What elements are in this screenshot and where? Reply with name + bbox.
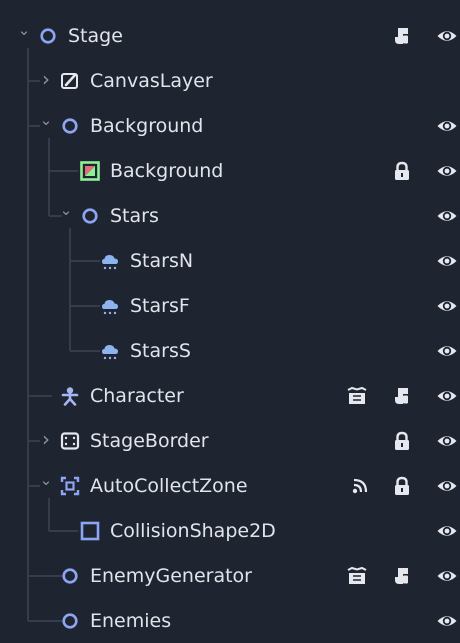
node-icon — [60, 116, 80, 136]
collapse-arrow-icon[interactable]: ⌄ — [59, 200, 73, 220]
expand-arrow-icon[interactable]: › — [39, 69, 53, 89]
tree-item[interactable]: ⌄ Background — [0, 106, 460, 146]
particles-icon — [100, 251, 120, 271]
node-label: Enemies — [90, 610, 172, 632]
tree-item[interactable]: › CanvasLayer — [0, 61, 460, 101]
tree-item[interactable]: Character — [0, 376, 460, 416]
visibility-eye-icon[interactable] — [436, 206, 458, 226]
node-label: CollisionShape2D — [110, 520, 276, 542]
particles-icon — [100, 341, 120, 361]
tree-item[interactable]: ⌄ Stars — [0, 196, 460, 236]
scene-instance-icon[interactable] — [346, 566, 368, 586]
visibility-eye-icon[interactable] — [436, 476, 458, 496]
collapse-arrow-icon[interactable]: ⌄ — [39, 470, 53, 490]
node-label: StarsN — [130, 250, 194, 272]
visibility-eye-icon[interactable] — [436, 386, 458, 406]
node-label: EnemyGenerator — [90, 565, 252, 587]
tree-item[interactable]: StarsN — [0, 241, 460, 281]
node-label: CanvasLayer — [90, 70, 213, 92]
node-label: Background — [110, 160, 224, 182]
visibility-eye-icon[interactable] — [436, 26, 458, 46]
lock-icon[interactable] — [392, 431, 414, 451]
tree-item[interactable]: CollisionShape2D — [0, 511, 460, 551]
node-label: StarsF — [130, 295, 190, 317]
node-icon — [38, 26, 58, 46]
expand-arrow-icon[interactable]: › — [39, 429, 53, 449]
collision-shape-icon — [80, 521, 100, 541]
script-icon[interactable] — [392, 566, 414, 586]
visibility-eye-icon[interactable] — [436, 116, 458, 136]
tree-item[interactable]: ⌄ AutoCollectZone — [0, 466, 460, 506]
visibility-eye-icon[interactable] — [436, 611, 458, 631]
visibility-eye-icon[interactable] — [436, 566, 458, 586]
scene-instance-icon[interactable] — [346, 386, 368, 406]
character-icon — [60, 386, 80, 406]
visibility-eye-icon[interactable] — [436, 251, 458, 271]
script-icon[interactable] — [392, 386, 414, 406]
visibility-hidden-icon[interactable] — [436, 71, 458, 91]
visibility-eye-icon[interactable] — [436, 431, 458, 451]
script-icon[interactable] — [392, 26, 414, 46]
control-icon — [60, 431, 80, 451]
scene-tree: ⌄ Stage › CanvasLayer ⌄ Background Background ⌄… — [0, 0, 460, 643]
canvas-layer-icon — [60, 71, 80, 91]
visibility-eye-icon[interactable] — [436, 521, 458, 541]
tree-item[interactable]: StarsF — [0, 286, 460, 326]
particles-icon — [100, 296, 120, 316]
area2d-icon — [60, 476, 80, 496]
node-label: AutoCollectZone — [90, 475, 248, 497]
tree-item[interactable]: ⌄ Stage — [0, 16, 460, 56]
lock-icon[interactable] — [392, 476, 414, 496]
tree-item[interactable]: EnemyGenerator — [0, 556, 460, 596]
node-icon — [80, 206, 100, 226]
visibility-eye-icon[interactable] — [436, 161, 458, 181]
node-label: Background — [90, 115, 204, 137]
node-label: StarsS — [130, 340, 191, 362]
visibility-eye-icon[interactable] — [436, 341, 458, 361]
lock-icon[interactable] — [392, 161, 414, 181]
collapse-arrow-icon[interactable]: ⌄ — [17, 20, 31, 40]
node-label: StageBorder — [90, 430, 209, 452]
visibility-eye-icon[interactable] — [436, 296, 458, 316]
tree-item[interactable]: Enemies — [0, 601, 460, 641]
tree-item[interactable]: Background — [0, 151, 460, 191]
tree-item[interactable]: › StageBorder — [0, 421, 460, 461]
node-icon — [60, 611, 80, 631]
node-icon — [60, 566, 80, 586]
color-rect-icon — [80, 161, 100, 181]
node-label: Stars — [110, 205, 159, 227]
signal-icon[interactable] — [350, 476, 372, 496]
node-label: Character — [90, 385, 184, 407]
node-label: Stage — [68, 25, 123, 47]
collapse-arrow-icon[interactable]: ⌄ — [39, 110, 53, 130]
tree-item[interactable]: StarsS — [0, 331, 460, 371]
